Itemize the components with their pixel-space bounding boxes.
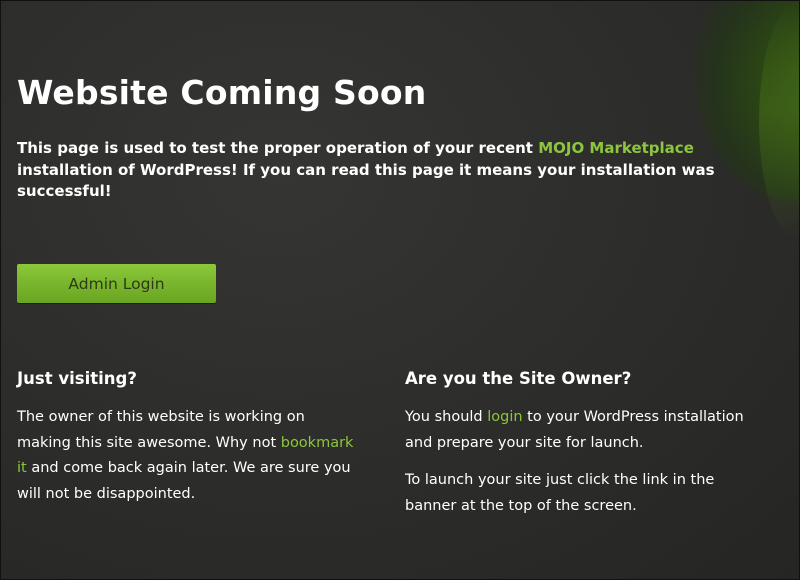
admin-login-button[interactable]: Admin Login <box>17 264 216 303</box>
intro-text-after: installation of WordPress! If you can re… <box>17 160 715 201</box>
visiting-text-after: and come back again later. We are sure y… <box>17 460 351 502</box>
visiting-text-before: The owner of this website is working on … <box>17 409 305 451</box>
intro-text: This page is used to test the proper ope… <box>17 138 737 203</box>
coming-soon-page: Website Coming Soon This page is used to… <box>0 0 800 580</box>
site-owner-section: Are you the Site Owner? You should login… <box>405 369 765 519</box>
login-link[interactable]: login <box>487 409 522 425</box>
site-owner-text-1: You should login to your WordPress insta… <box>405 405 765 456</box>
owner-text-before: You should <box>405 409 488 425</box>
just-visiting-text: The owner of this website is working on … <box>17 405 357 507</box>
site-owner-heading: Are you the Site Owner? <box>405 369 632 388</box>
just-visiting-heading: Just visiting? <box>17 369 137 388</box>
page-title: Website Coming Soon <box>17 73 427 112</box>
intro-text-before: This page is used to test the proper ope… <box>17 139 539 157</box>
mojo-marketplace-link[interactable]: MOJO Marketplace <box>538 139 694 157</box>
site-owner-text-2: To launch your site just click the link … <box>405 472 715 514</box>
just-visiting-section: Just visiting? The owner of this website… <box>17 369 357 507</box>
